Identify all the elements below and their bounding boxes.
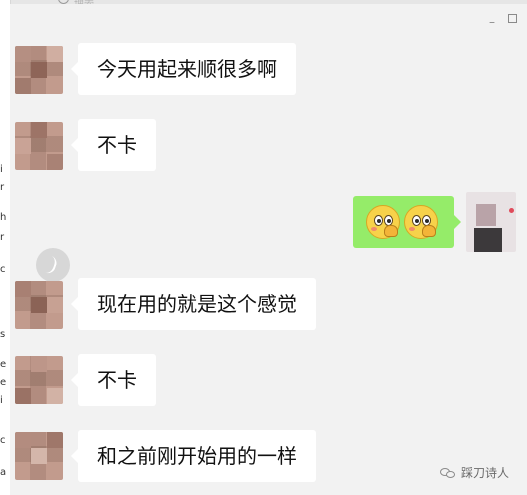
contact-avatar[interactable] <box>15 356 63 404</box>
message-bubble[interactable]: 现在用的就是这个感觉 <box>71 278 316 330</box>
bg-text-fragment: s <box>0 329 6 340</box>
chat-window: – 今天用起来顺很多啊 不卡 现在用的就是这个感觉 不卡 和之前刚开始用的一样 … <box>10 4 527 495</box>
watermark-text: 踩刀诗人 <box>461 466 510 480</box>
self-emoji-bubble[interactable] <box>353 196 461 248</box>
bg-text-fragment: c <box>0 264 6 275</box>
message-bubble[interactable]: 不卡 <box>71 119 156 171</box>
bg-text-fragment: r <box>0 232 5 243</box>
message-bubble[interactable]: 和之前刚开始用的一样 <box>71 430 316 482</box>
bg-text-fragment: i <box>0 395 3 406</box>
message-bubble[interactable]: 今天用起来顺很多啊 <box>71 43 296 95</box>
contact-avatar[interactable] <box>15 122 63 170</box>
watermark: 踩刀诗人 <box>440 464 509 481</box>
contact-avatar[interactable] <box>15 46 63 94</box>
contact-avatar[interactable] <box>15 281 63 329</box>
bg-text-fragment: e <box>0 377 7 388</box>
contact-avatar[interactable] <box>15 432 63 480</box>
wechat-logo-icon <box>440 467 456 479</box>
bg-text-fragment: r <box>0 182 5 193</box>
bg-text-fragment: h <box>0 212 7 223</box>
message-bubble[interactable]: 不卡 <box>71 354 156 406</box>
bg-text-fragment: a <box>0 467 7 478</box>
recall-circle-icon <box>36 248 70 282</box>
bg-text-fragment: c <box>0 435 6 446</box>
peeking-emoji-icon <box>404 205 438 239</box>
pin-icon[interactable]: – <box>487 16 497 28</box>
self-avatar[interactable] <box>466 192 516 252</box>
bg-text-fragment: i <box>0 164 3 175</box>
bg-text-fragment: e <box>0 359 7 370</box>
maximize-icon[interactable] <box>508 14 517 23</box>
peeking-emoji-icon <box>366 205 400 239</box>
